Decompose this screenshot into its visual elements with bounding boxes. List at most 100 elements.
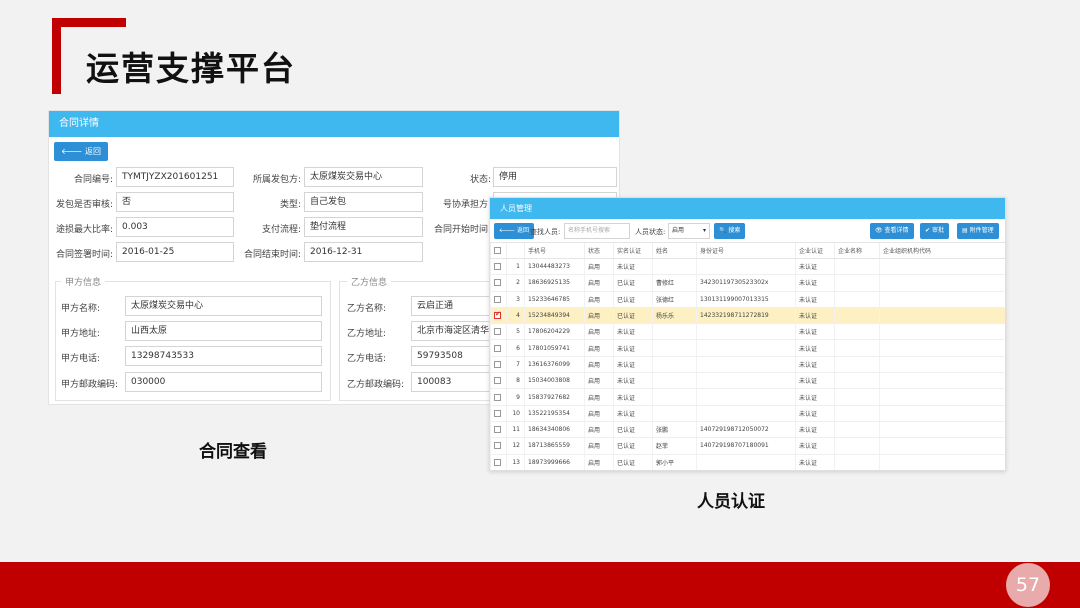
row-number: 10 [506, 405, 525, 422]
status-filter-select[interactable]: 启用 ▾ [668, 223, 710, 239]
party-b-address-label: 乙方地址: [347, 329, 387, 339]
id-number-cell [696, 323, 796, 341]
name-cell: 张德红 [652, 291, 697, 308]
party-a-address-field[interactable]: 山西太原 [125, 321, 322, 341]
start-date-label: 合同开始时间: [433, 225, 491, 235]
status-field[interactable]: 停用 [493, 167, 617, 187]
table-row[interactable]: 10 13522195354 启用 未认证 未认证 [490, 405, 1005, 422]
party-a-name-field[interactable]: 太原煤炭交易中心 [125, 296, 322, 316]
name-cell [652, 323, 697, 341]
row-checkbox[interactable] [490, 291, 507, 308]
corp-status-cell: 未认证 [795, 388, 835, 406]
column-header-state[interactable]: 状态 [584, 242, 614, 259]
table-row[interactable]: 11 18634340806 启用 已认证 张鹏 140729198712050072 未认… [490, 421, 1005, 439]
table-row[interactable]: 9 15837927682 启用 未认证 未认证 [490, 388, 1005, 406]
column-header-id[interactable]: 身份证号 [696, 242, 796, 259]
column-header-name[interactable]: 姓名 [652, 242, 697, 259]
table-row[interactable]: 3 15233646785 启用 已认证 张德红 130131199007013315 未认… [490, 291, 1005, 308]
audit-field[interactable]: 否 [116, 192, 234, 212]
table-row[interactable]: 8 15034003808 启用 未认证 未认证 [490, 372, 1005, 390]
table-row[interactable]: 12 18713865559 启用 已认证 赵菲 140729198707180091 未认… [490, 437, 1005, 455]
contract-no-label: 合同编号: [73, 175, 113, 185]
party-a-zip-field[interactable]: 030000 [125, 372, 322, 392]
realname-status-cell: 未认证 [613, 323, 653, 341]
corp-status-cell: 未认证 [795, 307, 835, 325]
phone-cell: 17806204229 [524, 323, 585, 341]
sign-date-field[interactable]: 2016-01-25 [116, 242, 234, 262]
realname-status-cell: 已认证 [613, 421, 653, 439]
row-checkbox[interactable] [490, 437, 507, 455]
view-details-button[interactable]: 👁 查看详情 [870, 223, 914, 239]
table-row[interactable]: 6 17801059741 启用 未认证 未认证 [490, 339, 1005, 357]
org-code-cell [879, 372, 1005, 390]
end-date-field[interactable]: 2016-12-31 [304, 242, 423, 262]
realname-status-cell: 已认证 [613, 307, 653, 325]
row-checkbox[interactable] [490, 421, 507, 439]
party-a-legend: 甲方信息 [61, 275, 106, 288]
select-all-checkbox[interactable] [490, 242, 507, 259]
column-header-phone[interactable]: 手机号 [524, 242, 585, 259]
table-row[interactable]: 5 17806204229 启用 未认证 未认证 [490, 323, 1005, 341]
row-checkbox[interactable] [490, 454, 507, 470]
table-row[interactable]: 1 13044483273 启用 未认证 未认证 [490, 258, 1005, 276]
realname-status-cell: 未认证 [613, 339, 653, 357]
table-row[interactable]: 7 13616376099 启用 未认证 未认证 [490, 356, 1005, 374]
contractor-label: 号协承担方: [442, 200, 491, 210]
phone-cell: 18713865559 [524, 437, 585, 455]
phone-cell: 15837927682 [524, 388, 585, 406]
search-button[interactable]: 🔍 搜索 [714, 223, 746, 239]
end-date-label: 合同结束时间: [243, 250, 301, 260]
column-header-realname[interactable]: 实名认证 [613, 242, 653, 259]
name-cell [652, 258, 697, 276]
type-field[interactable]: 自己发包 [304, 192, 423, 212]
status-filter-label: 人员状态: [635, 228, 666, 236]
party-b-name-label: 乙方名称: [347, 304, 387, 314]
org-code-cell [879, 421, 1005, 439]
realname-status-cell: 已认证 [613, 454, 653, 470]
back-button[interactable]: 🡐 返回 [494, 223, 535, 239]
attachment-button[interactable]: ▤ 附件管理 [957, 223, 999, 239]
id-number-cell: 140729198707180091 [696, 437, 796, 455]
payflow-field[interactable]: 垫付流程 [304, 217, 423, 237]
row-checkbox[interactable] [490, 372, 507, 390]
row-checkbox[interactable] [490, 258, 507, 276]
contract-no-field[interactable]: TYMTJYZX201601251 [116, 167, 234, 187]
column-header-corp-name[interactable]: 企业名称 [834, 242, 880, 259]
row-checkbox[interactable] [490, 339, 507, 357]
approve-button[interactable]: ✔ 审批 [920, 223, 949, 239]
page-number: 57 [1006, 563, 1050, 607]
party-a-phone-field[interactable]: 13298743533 [125, 346, 322, 366]
name-cell [652, 388, 697, 406]
row-checkbox[interactable] [490, 405, 507, 422]
column-header-org-code[interactable]: 企业组织机构代码 [879, 242, 1005, 259]
corp-name-cell [834, 421, 880, 439]
ratio-field[interactable]: 0.003 [116, 217, 234, 237]
table-row[interactable]: 2 18636925135 启用 已认证 曹修红 34230119730523302x 未认… [490, 274, 1005, 292]
phone-cell: 13522195354 [524, 405, 585, 422]
row-checkbox[interactable] [490, 307, 507, 325]
row-number: 5 [506, 323, 525, 341]
issuer-label: 所属发包方: [252, 175, 301, 185]
org-code-cell [879, 274, 1005, 292]
back-button[interactable]: 🡐 返回 [54, 142, 108, 161]
row-checkbox[interactable] [490, 388, 507, 406]
table-row[interactable]: 415234849394启用已认证杨乐乐142332198711272819未认… [490, 307, 1005, 325]
corp-name-cell [834, 274, 880, 292]
check-icon: ✔ [925, 227, 931, 234]
table-row[interactable]: 13 18973999666 启用 已认证 郭小平 未认证 [490, 454, 1005, 470]
eye-icon: 👁 [875, 227, 883, 234]
phone-cell: 18634340806 [524, 421, 585, 439]
status-label: 状态: [469, 175, 491, 185]
issuer-field[interactable]: 太原煤炭交易中心 [304, 167, 423, 187]
row-checkbox[interactable] [490, 274, 507, 292]
id-number-cell [696, 258, 796, 276]
search-input[interactable]: 名称手机号搜索 [564, 223, 630, 239]
corp-name-cell [834, 356, 880, 374]
corp-name-cell [834, 405, 880, 422]
name-cell [652, 339, 697, 357]
row-checkbox[interactable] [490, 323, 507, 341]
row-checkbox[interactable] [490, 356, 507, 374]
column-header-corp[interactable]: 企业认证 [795, 242, 835, 259]
corp-status-cell: 未认证 [795, 372, 835, 390]
id-number-cell: 142332198711272819 [696, 307, 796, 325]
